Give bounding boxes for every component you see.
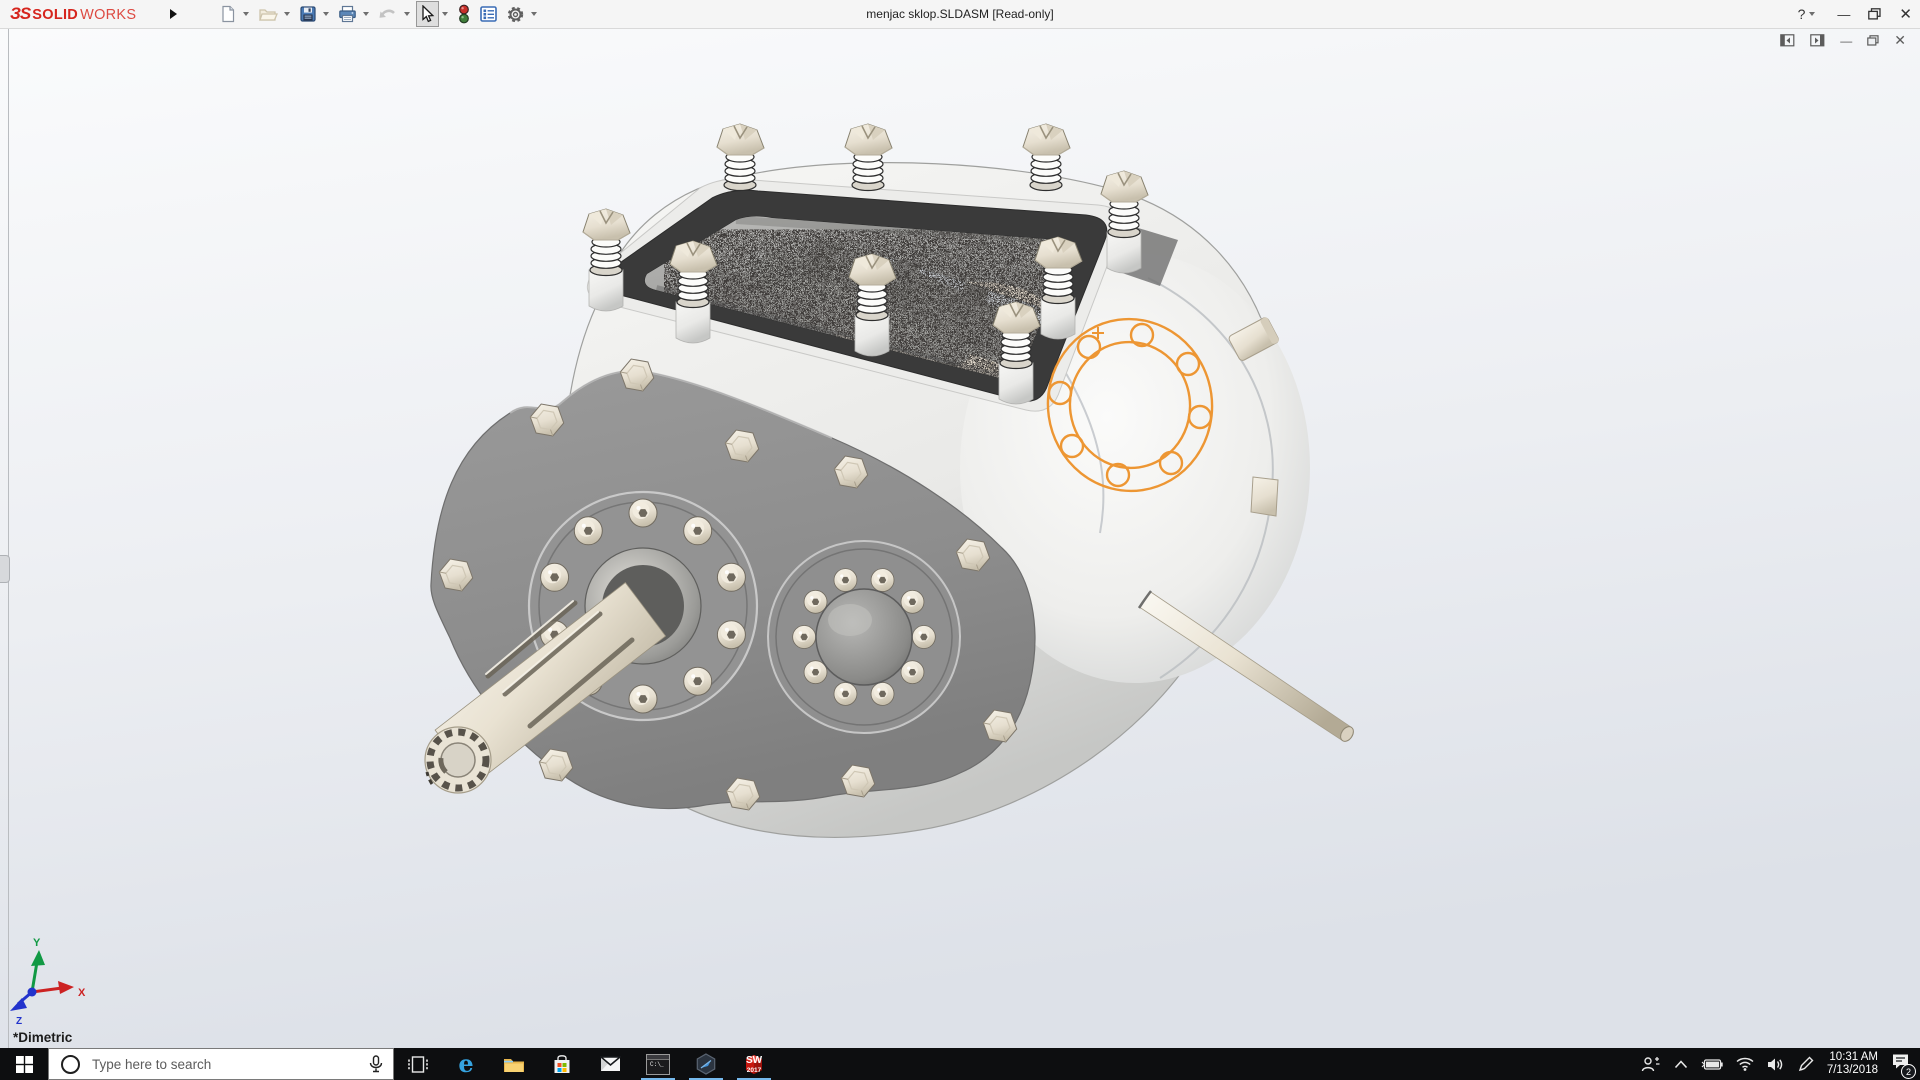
doc-close-button[interactable]: ✕ <box>1894 32 1906 49</box>
save-floppy-icon <box>299 5 317 23</box>
save-button[interactable] <box>296 1 320 27</box>
document-window-controls: — ✕ <box>1780 32 1906 49</box>
select-tool-button[interactable] <box>416 1 439 27</box>
task-view-button[interactable] <box>394 1048 442 1080</box>
file-explorer-icon <box>503 1056 525 1073</box>
new-document-button[interactable] <box>216 1 240 27</box>
search-input[interactable] <box>90 1056 359 1073</box>
volume-icon[interactable] <box>1767 1057 1784 1072</box>
clock[interactable]: 10:31 AM 7/13/2018 <box>1827 1051 1878 1077</box>
triad-z-label: Z <box>16 1016 22 1027</box>
menu-expand-button[interactable] <box>164 4 182 24</box>
doc-restore-button[interactable] <box>1867 35 1879 46</box>
windows-logo-icon <box>16 1056 33 1073</box>
task-view-icon <box>408 1056 428 1073</box>
dome-end-cap <box>816 589 912 685</box>
undo-dropdown-caret[interactable] <box>404 12 410 16</box>
tray-time: 10:31 AM <box>1827 1051 1878 1064</box>
action-center-button[interactable]: 2 <box>1891 1053 1910 1075</box>
solidworks-logo: ЗS SOLIDWORKS <box>0 4 160 24</box>
undo-button[interactable] <box>375 1 401 27</box>
hexagon-app-button[interactable] <box>682 1048 730 1080</box>
command-prompt-button[interactable]: C:\ _ <box>634 1048 682 1080</box>
view-orientation-label: *Dimetric <box>13 1030 72 1045</box>
doc-minimize-button[interactable]: — <box>1840 34 1852 48</box>
start-button[interactable] <box>0 1048 48 1080</box>
mail-icon <box>600 1056 621 1072</box>
restore-button[interactable] <box>1868 8 1881 20</box>
windows-taskbar: e C: <box>0 1048 1920 1080</box>
save-dropdown-caret[interactable] <box>323 12 329 16</box>
pane-left-icon[interactable] <box>1780 34 1795 47</box>
minimize-button[interactable]: — <box>1837 7 1850 22</box>
feature-tree-collapse-tab[interactable] <box>0 555 10 583</box>
file-properties-button[interactable] <box>476 1 501 27</box>
file-explorer-button[interactable] <box>490 1048 538 1080</box>
print-button[interactable] <box>335 1 360 27</box>
options-dropdown-caret[interactable] <box>531 12 537 16</box>
quick-access-toolbar <box>216 1 541 27</box>
people-icon[interactable] <box>1641 1056 1661 1072</box>
new-dropdown-caret[interactable] <box>243 12 249 16</box>
wifi-icon[interactable] <box>1736 1057 1754 1071</box>
solidworks-2017-button[interactable]: SW 2017 <box>730 1048 778 1080</box>
triad-y-label: Y <box>33 937 41 949</box>
battery-icon[interactable] <box>1701 1058 1723 1071</box>
rebuild-button[interactable] <box>454 1 474 27</box>
notification-badge: 2 <box>1901 1064 1916 1079</box>
system-tray: 10:31 AM 7/13/2018 2 <box>1641 1048 1920 1080</box>
edge-icon: e <box>458 1054 473 1074</box>
mail-button[interactable] <box>586 1048 634 1080</box>
right-flange <box>768 541 960 733</box>
document-title: menjac sklop.SLDASM [Read-only] <box>866 7 1053 21</box>
select-dropdown-caret[interactable] <box>442 12 448 16</box>
help-dropdown-caret[interactable] <box>1809 12 1815 16</box>
panel-divider <box>8 28 9 1048</box>
gear-icon <box>506 5 525 24</box>
cursor-arrow-icon <box>419 5 436 23</box>
store-icon <box>553 1055 571 1074</box>
print-dropdown-caret[interactable] <box>363 12 369 16</box>
print-icon <box>338 5 357 23</box>
taskbar-search[interactable] <box>48 1048 394 1080</box>
command-prompt-icon: C:\ _ <box>646 1054 670 1075</box>
edge-button[interactable]: e <box>442 1048 490 1080</box>
cortana-icon <box>61 1055 80 1074</box>
options-button[interactable] <box>503 1 528 27</box>
hexagon-app-icon <box>695 1053 717 1075</box>
new-document-icon <box>219 5 237 23</box>
app-title-bar: ЗS SOLIDWORKS <box>0 0 1920 29</box>
tray-date: 7/13/2018 <box>1827 1064 1878 1077</box>
right-triangle-icon <box>170 9 177 19</box>
graphics-area[interactable]: X Y Z <box>0 28 1920 1048</box>
traffic-light-icon <box>457 4 471 24</box>
triad-x-label: X <box>78 987 86 999</box>
open-document-button[interactable] <box>255 1 281 27</box>
undo-arrow-icon <box>378 5 398 23</box>
microsoft-store-button[interactable] <box>538 1048 586 1080</box>
gearbox-3d-model[interactable]: X Y Z <box>0 28 1920 1048</box>
open-folder-icon <box>258 5 278 23</box>
open-dropdown-caret[interactable] <box>284 12 290 16</box>
dassault-logo-icon: ЗS <box>10 4 30 24</box>
close-button[interactable]: ✕ <box>1899 5 1912 23</box>
pane-right-icon[interactable] <box>1810 34 1825 47</box>
microphone-icon[interactable] <box>369 1055 383 1073</box>
windows-ink-pen-icon[interactable] <box>1797 1056 1814 1073</box>
solidworks-2017-icon: SW 2017 <box>743 1053 765 1075</box>
show-hidden-icons-chevron[interactable] <box>1674 1060 1688 1069</box>
file-properties-icon <box>479 5 498 23</box>
help-button[interactable]: ? <box>1798 6 1820 22</box>
taskbar-app-icons: e C: <box>394 1048 778 1080</box>
